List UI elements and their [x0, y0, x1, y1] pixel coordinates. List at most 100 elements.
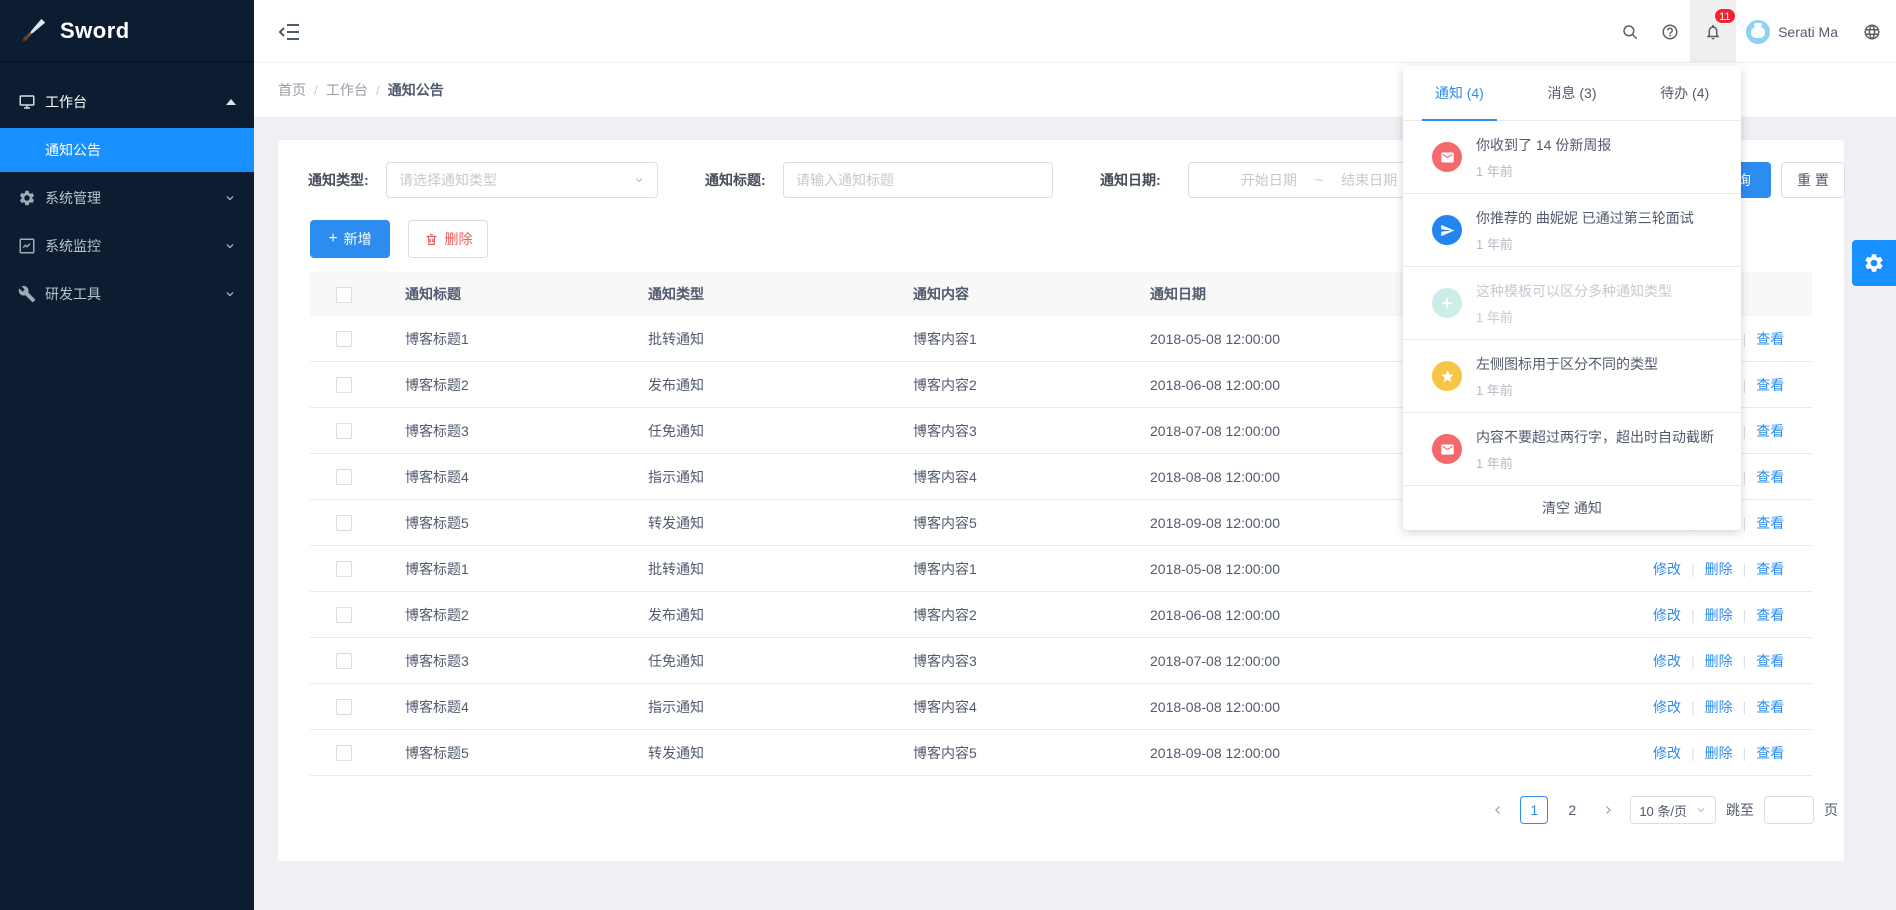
sidebar-item-dev-tools[interactable]: 研发工具 [0, 272, 254, 316]
page-number-1[interactable]: 1 [1520, 796, 1548, 824]
user-menu[interactable]: Serati Ma [1736, 0, 1848, 63]
sidebar-item-label: 系统管理 [45, 188, 224, 208]
row-action-delete[interactable]: 删除 [1705, 653, 1733, 669]
breadcrumb-separator: / [376, 82, 380, 98]
jump-page-input[interactable] [1764, 796, 1814, 824]
page-size-select[interactable]: 10 条/页 [1630, 796, 1716, 824]
notification-panel: 通知 (4)消息 (3)待办 (4) 你收到了 14 份新周报1 年前你推荐的 … [1403, 66, 1741, 530]
cell-actions: 修改|删除|查看 [1653, 559, 1812, 579]
row-checkbox[interactable] [336, 699, 352, 715]
sidebar-item-notice[interactable]: 通知公告 [0, 128, 254, 172]
row-action-edit[interactable]: 修改 [1653, 699, 1681, 715]
gear-icon [1863, 252, 1885, 274]
chevron-down-icon [1695, 804, 1707, 816]
row-checkbox[interactable] [336, 377, 352, 393]
cell-notice-title: 博客标题5 [405, 513, 648, 533]
notification-title: 内容不要超过两行字，超出时自动截断 [1476, 427, 1717, 447]
action-divider: | [1691, 745, 1695, 761]
cell-notice-title: 博客标题5 [405, 743, 648, 763]
sidebar-menu: 工作台 通知公告 系统管理 系统监控 研发工具 [0, 63, 254, 316]
notification-item[interactable]: 你收到了 14 份新周报1 年前 [1403, 121, 1741, 194]
language-globe-icon[interactable] [1848, 0, 1896, 63]
row-action-delete[interactable]: 删除 [1705, 561, 1733, 577]
row-action-view[interactable]: 查看 [1756, 469, 1784, 485]
notice-title-input[interactable] [796, 172, 1040, 188]
row-action-view[interactable]: 查看 [1756, 515, 1784, 531]
notification-title: 这种模板可以区分多种通知类型 [1476, 281, 1717, 301]
row-action-delete[interactable]: 删除 [1705, 607, 1733, 623]
breadcrumb-current: 通知公告 [388, 80, 444, 100]
notification-item[interactable]: 左侧图标用于区分不同的类型1 年前 [1403, 340, 1741, 413]
row-action-delete[interactable]: 删除 [1705, 745, 1733, 761]
clear-notifications-button[interactable]: 清空 通知 [1403, 486, 1741, 530]
brand-name: Sword [60, 18, 130, 44]
cell-notice-title: 博客标题3 [405, 651, 648, 671]
collapse-sidebar-icon[interactable] [278, 20, 302, 44]
notifications-bell[interactable]: 11 [1690, 0, 1736, 63]
notification-tab-1[interactable]: 消息 (3) [1516, 66, 1629, 120]
delete-button[interactable]: 删除 [408, 220, 488, 258]
prev-page-icon[interactable] [1486, 798, 1510, 822]
row-action-delete[interactable]: 删除 [1705, 699, 1733, 715]
action-divider: | [1743, 515, 1747, 531]
add-button[interactable]: + 新增 [310, 220, 390, 258]
select-all-checkbox[interactable] [336, 287, 352, 303]
page-number-2[interactable]: 2 [1558, 796, 1586, 824]
notification-item[interactable]: 你推荐的 曲妮妮 已通过第三轮面试1 年前 [1403, 194, 1741, 267]
next-page-icon[interactable] [1596, 798, 1620, 822]
row-checkbox[interactable] [336, 515, 352, 531]
filter-type-label: 通知类型: [308, 170, 369, 190]
cell-notice-type: 任免通知 [648, 651, 913, 671]
row-action-view[interactable]: 查看 [1756, 561, 1784, 577]
wrench-icon [18, 285, 36, 303]
row-action-view[interactable]: 查看 [1756, 607, 1784, 623]
row-action-edit[interactable]: 修改 [1653, 653, 1681, 669]
row-action-edit[interactable]: 修改 [1653, 561, 1681, 577]
help-icon[interactable] [1650, 0, 1690, 63]
mail-icon [1432, 142, 1462, 172]
notification-time: 1 年前 [1476, 453, 1717, 472]
notification-tab-0[interactable]: 通知 (4) [1403, 66, 1516, 120]
search-icon[interactable] [1610, 0, 1650, 63]
notice-type-select[interactable]: 请选择通知类型 [386, 162, 658, 198]
notification-item[interactable]: 内容不要超过两行字，超出时自动截断 1 年前 [1403, 413, 1741, 486]
row-action-view[interactable]: 查看 [1756, 377, 1784, 393]
cell-notice-title: 博客标题1 [405, 559, 648, 579]
cell-actions: 修改|删除|查看 [1653, 651, 1812, 671]
row-checkbox[interactable] [336, 607, 352, 623]
row-action-view[interactable]: 查看 [1756, 653, 1784, 669]
notification-item[interactable]: +这种模板可以区分多种通知类型1 年前 [1403, 267, 1741, 340]
notification-badge: 11 [1714, 8, 1735, 24]
sidebar-item-system-monitor[interactable]: 系统监控 [0, 224, 254, 268]
row-checkbox[interactable] [336, 331, 352, 347]
row-action-view[interactable]: 查看 [1756, 699, 1784, 715]
notification-time: 1 年前 [1476, 234, 1717, 253]
filter-date-label: 通知日期: [1100, 170, 1161, 190]
row-checkbox[interactable] [336, 561, 352, 577]
row-action-edit[interactable]: 修改 [1653, 607, 1681, 623]
chart-icon [18, 237, 36, 255]
breadcrumb-workbench[interactable]: 工作台 [326, 80, 368, 100]
row-checkbox[interactable] [336, 469, 352, 485]
date-range-separator: ~ [1315, 172, 1323, 188]
row-action-view[interactable]: 查看 [1756, 331, 1784, 347]
settings-button[interactable] [1852, 240, 1896, 286]
cell-actions: 修改|删除|查看 [1653, 743, 1812, 763]
reset-button[interactable]: 重 置 [1781, 162, 1845, 198]
row-checkbox[interactable] [336, 745, 352, 761]
row-checkbox[interactable] [336, 423, 352, 439]
chevron-down-icon [224, 240, 236, 252]
action-divider: | [1691, 699, 1695, 715]
row-action-view[interactable]: 查看 [1756, 423, 1784, 439]
sidebar-item-system-management[interactable]: 系统管理 [0, 176, 254, 220]
notification-tab-2[interactable]: 待办 (4) [1628, 66, 1741, 120]
sidebar-item-workbench[interactable]: 工作台 [0, 80, 254, 124]
row-action-view[interactable]: 查看 [1756, 745, 1784, 761]
bell-icon [1704, 23, 1722, 41]
cell-notice-content: 博客内容5 [913, 743, 1150, 763]
row-action-edit[interactable]: 修改 [1653, 745, 1681, 761]
cell-notice-content: 博客内容2 [913, 605, 1150, 625]
breadcrumb-home[interactable]: 首页 [278, 80, 306, 100]
action-divider: | [1691, 561, 1695, 577]
row-checkbox[interactable] [336, 653, 352, 669]
